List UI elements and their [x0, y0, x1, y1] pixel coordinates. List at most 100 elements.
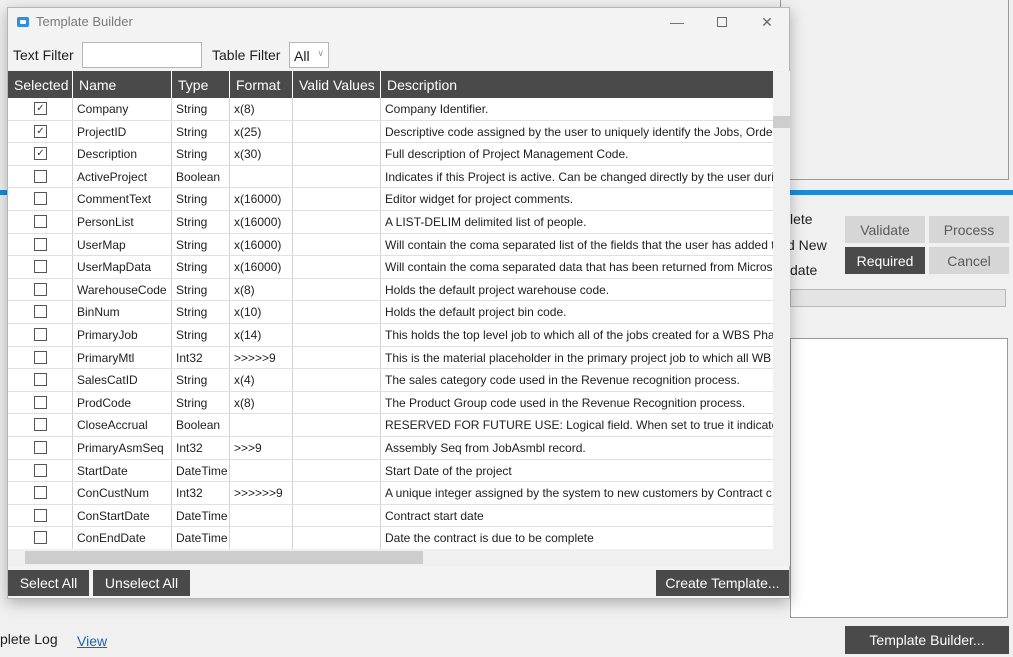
- table-row[interactable]: CloseAccrual Boolean RESERVED FOR FUTURE U…: [8, 414, 773, 437]
- background-input-field[interactable]: [790, 289, 1006, 307]
- table-row[interactable]: UserMap String x(16000) Will contain the co…: [8, 233, 773, 257]
- cell-type: String: [172, 323, 230, 346]
- horizontal-scroll-thumb[interactable]: [25, 551, 423, 564]
- horizontal-scrollbar[interactable]: [8, 549, 790, 566]
- unselect-all-button[interactable]: Unselect All: [93, 570, 190, 596]
- cell-description: Holds the default project bin code.: [385, 305, 567, 320]
- row-checkbox[interactable]: [34, 531, 47, 545]
- cell-description: Holds the default project warehouse code…: [385, 282, 610, 297]
- create-template-button[interactable]: Create Template...: [656, 570, 789, 596]
- select-all-button[interactable]: Select All: [8, 570, 89, 596]
- cell-format: [230, 527, 293, 549]
- row-checkbox[interactable]: [34, 418, 47, 432]
- cell-name: BinNum: [73, 301, 172, 323]
- table-row[interactable]: ✓ Company String x(8) Company Identifier.: [8, 98, 773, 121]
- row-checkbox[interactable]: [34, 395, 47, 409]
- table-row[interactable]: PrimaryAsmSeq Int32 >>>9 Assembly Seq from …: [8, 436, 773, 460]
- row-checkbox[interactable]: [34, 327, 47, 341]
- column-header-type[interactable]: Type: [172, 71, 230, 98]
- cell-selected: [8, 278, 73, 301]
- table-row[interactable]: StartDate DateTime Start Date of the proje…: [8, 459, 773, 483]
- table-row[interactable]: CommentText String x(16000) Editor widget f…: [8, 188, 773, 211]
- row-checkbox[interactable]: [34, 214, 47, 228]
- row-checkbox[interactable]: [34, 373, 47, 387]
- cell-description: This is the material placeholder in the …: [385, 350, 772, 365]
- row-checkbox[interactable]: [34, 440, 47, 454]
- cell-valid-values: [293, 323, 381, 346]
- cell-valid-values: [293, 98, 381, 120]
- text-filter-input[interactable]: [82, 42, 202, 68]
- row-checkbox[interactable]: ✓: [34, 147, 47, 161]
- row-checkbox[interactable]: [34, 169, 47, 183]
- column-header-name[interactable]: Name: [73, 71, 172, 98]
- cell-selected: [8, 527, 73, 549]
- cell-selected: [8, 414, 73, 436]
- cell-valid-values: [293, 527, 381, 549]
- cell-name: ProdCode: [73, 391, 172, 414]
- table-row[interactable]: ✓ ProjectID String x(25) Descriptive code as…: [8, 120, 773, 144]
- table-row[interactable]: PrimaryJob String x(14) This holds the top …: [8, 323, 773, 347]
- row-checkbox[interactable]: [34, 237, 47, 251]
- table-row[interactable]: WarehouseCode String x(8) Holds the default…: [8, 278, 773, 302]
- table-row[interactable]: PersonList String x(16000) A LIST-DELIM del…: [8, 210, 773, 234]
- cell-valid-values: [293, 504, 381, 527]
- fields-grid: Selected Name Type Format Valid Values D…: [8, 71, 773, 549]
- table-filter-select[interactable]: All ∨: [289, 42, 329, 68]
- row-checkbox[interactable]: [34, 350, 47, 364]
- cell-name: CommentText: [73, 188, 172, 210]
- cell-format: x(30): [230, 143, 293, 165]
- cell-format: x(16000): [230, 256, 293, 278]
- cell-type: String: [172, 301, 230, 323]
- column-header-description[interactable]: Description: [381, 71, 773, 98]
- cancel-button[interactable]: Cancel: [929, 247, 1009, 274]
- close-icon[interactable]: ✕: [744, 8, 790, 36]
- cell-type: String: [172, 188, 230, 210]
- column-header-valid-values[interactable]: Valid Values: [293, 71, 381, 98]
- row-checkbox[interactable]: ✓: [34, 102, 47, 115]
- background-text-area[interactable]: [790, 338, 1008, 618]
- cell-selected: [8, 210, 73, 233]
- row-checkbox[interactable]: [34, 192, 47, 206]
- row-checkbox[interactable]: [34, 508, 47, 522]
- required-button[interactable]: Required: [845, 247, 925, 274]
- table-row[interactable]: PrimaryMtl Int32 >>>>>9 This is the materia…: [8, 346, 773, 370]
- cell-valid-values: [293, 120, 381, 143]
- table-row[interactable]: ActiveProject Boolean Indicates if this Pr…: [8, 165, 773, 189]
- minimize-icon[interactable]: —: [654, 8, 700, 36]
- cell-description: Will contain the coma separated list of …: [385, 237, 773, 252]
- table-row[interactable]: BinNum String x(10) Holds the default proje…: [8, 301, 773, 324]
- cell-selected: ✓: [8, 143, 73, 165]
- column-header-format[interactable]: Format: [230, 71, 293, 98]
- dialog-title: Template Builder: [36, 14, 133, 29]
- maximize-icon[interactable]: [699, 8, 745, 36]
- table-row[interactable]: ✓ Description String x(30) Full description …: [8, 143, 773, 166]
- title-bar[interactable]: Template Builder — ✕: [8, 8, 789, 36]
- validate-button[interactable]: Validate: [845, 216, 925, 243]
- row-checkbox[interactable]: [34, 305, 47, 319]
- vertical-scroll-thumb[interactable]: [773, 116, 790, 128]
- row-checkbox[interactable]: [34, 463, 47, 477]
- vertical-scrollbar[interactable]: [773, 71, 790, 549]
- process-button[interactable]: Process: [929, 216, 1009, 243]
- cell-name: WarehouseCode: [73, 278, 172, 301]
- table-row[interactable]: UserMapData String x(16000) Will contain th…: [8, 256, 773, 279]
- cell-name: ProjectID: [73, 120, 172, 143]
- table-row[interactable]: ProdCode String x(8) The Product Group code…: [8, 391, 773, 415]
- row-checkbox[interactable]: [34, 486, 47, 500]
- table-row[interactable]: ConCustNum Int32 >>>>>>9 A unique integer a…: [8, 482, 773, 505]
- row-checkbox[interactable]: [34, 260, 47, 274]
- cell-selected: ✓: [8, 98, 73, 120]
- row-checkbox[interactable]: ✓: [34, 124, 47, 138]
- table-row[interactable]: ConEndDate DateTime Date the contract is d…: [8, 527, 773, 549]
- table-row[interactable]: SalesCatID String x(4) The sales category c…: [8, 369, 773, 392]
- template-builder-button[interactable]: Template Builder...: [845, 626, 1009, 654]
- cell-format: x(16000): [230, 188, 293, 210]
- column-header-selected[interactable]: Selected: [8, 71, 73, 98]
- cell-format: x(16000): [230, 233, 293, 256]
- cell-selected: [8, 482, 73, 504]
- cell-valid-values: [293, 369, 381, 391]
- table-row[interactable]: ConStartDate DateTime Contract start date: [8, 504, 773, 528]
- row-checkbox[interactable]: [34, 282, 47, 296]
- cell-selected: [8, 504, 73, 527]
- view-link[interactable]: View: [77, 633, 107, 649]
